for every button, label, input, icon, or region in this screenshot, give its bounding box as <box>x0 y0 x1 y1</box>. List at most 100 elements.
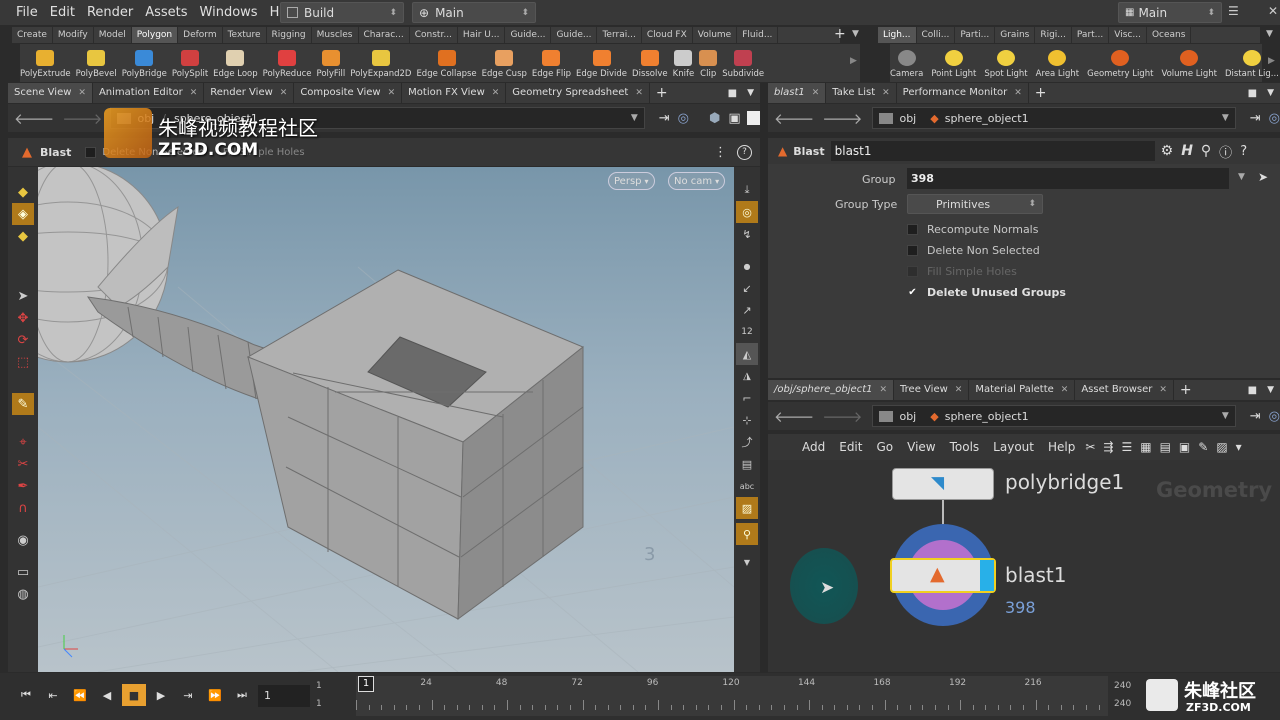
step-back-icon[interactable]: ⏪ <box>68 684 92 706</box>
pane-tab-render-view[interactable]: Render View ✕ <box>204 83 295 103</box>
link-icon[interactable]: ◎ <box>678 111 689 126</box>
shelf-menu-icon[interactable]: ▼ <box>852 29 859 39</box>
menu-windows[interactable]: Windows <box>194 5 264 20</box>
pin-view-icon[interactable]: ⤓ <box>736 179 758 201</box>
close-icon[interactable]: ✕ <box>635 83 643 103</box>
shelf-tab-right-0[interactable]: Ligh... <box>878 27 917 43</box>
shelf-tab-right-5[interactable]: Part... <box>1072 27 1110 43</box>
shelf-tool-area-light[interactable]: Area Light <box>1036 44 1079 82</box>
image-icon[interactable]: ▣ <box>1179 440 1190 454</box>
close-icon[interactable]: ✕ <box>1061 380 1069 400</box>
edit-icon[interactable]: ✂ <box>12 453 34 475</box>
checkbox-row-delete-non-selected[interactable]: Delete Non Selected <box>907 240 1207 261</box>
pane-tab-animation-editor[interactable]: Animation Editor ✕ <box>93 83 205 103</box>
close-icon[interactable]: ✕ <box>78 83 86 103</box>
add-tab-icon[interactable]: + <box>1180 382 1192 398</box>
shelf-tool-subdivide[interactable]: Subdivide <box>722 44 764 82</box>
forward-arrow-icon[interactable]: 🡒 <box>822 109 862 128</box>
shelf-tool-polyfill[interactable]: PolyFill <box>317 44 345 82</box>
view-tool-icon[interactable]: ◉ <box>12 529 34 551</box>
bg-icon[interactable]: ▤ <box>736 453 758 475</box>
pane-maximize-icon[interactable]: ■ <box>1248 385 1257 396</box>
transform-icon[interactable]: ⌖ <box>12 431 34 453</box>
shelf-tab-12[interactable]: Guide... <box>551 27 598 43</box>
point-icon[interactable]: ● <box>736 255 758 277</box>
network-menu-layout[interactable]: Layout <box>993 440 1034 454</box>
start-frame-bottom[interactable]: 1 <box>316 699 322 709</box>
pane-tab-take-list[interactable]: Take List ✕ <box>826 83 897 103</box>
pin-icon[interactable]: ⇥ <box>659 111 670 126</box>
menu-file[interactable]: File <box>10 5 44 20</box>
pane-tab-scene-view[interactable]: Scene View ✕ <box>8 83 93 103</box>
link-icon[interactable]: ◎ <box>1269 111 1280 126</box>
square-icon[interactable] <box>746 111 760 125</box>
checkbox-row-delete-unused-groups[interactable]: ✔ Delete Unused Groups <box>907 282 1207 303</box>
shelf-tool-polybridge[interactable]: PolyBridge <box>122 44 167 82</box>
network-breadcrumb[interactable]: obj ◆ sphere_object1 ▼ <box>872 405 1236 427</box>
list-icon[interactable]: ☰ <box>1121 440 1132 454</box>
pane-menu-icon[interactable]: ▼ <box>1267 88 1274 98</box>
menu-edit[interactable]: Edit <box>44 5 81 20</box>
shelf-tool-geometry-light[interactable]: Geometry Light <box>1087 44 1153 82</box>
close-icon[interactable]: ✕ <box>280 83 288 103</box>
h-icon[interactable]: H <box>1181 143 1193 159</box>
display-options-icon[interactable]: ⋮ <box>714 145 727 160</box>
go-end-icon[interactable]: ⏭ <box>230 684 254 706</box>
prim-icon[interactable]: ◭ <box>736 343 758 365</box>
shelf-tool-edge-collapse[interactable]: Edge Collapse <box>416 44 477 82</box>
scale-tool-icon[interactable]: ◈ <box>12 203 34 225</box>
shelf-scroll-icon[interactable]: ▶ <box>850 56 857 66</box>
shelf-tab-5[interactable]: Texture <box>223 27 267 43</box>
select-arrow-icon[interactable]: ➤ <box>1258 170 1268 184</box>
shelf-tool-edge-flip[interactable]: Edge Flip <box>532 44 571 82</box>
shelf-right-menu-icon[interactable]: ▼ <box>1266 29 1273 39</box>
desktop-right-dropdown[interactable]: ▦ Main ⬍ <box>1118 2 1222 23</box>
shelf-tab-right-4[interactable]: Rigi... <box>1035 27 1072 43</box>
checkbox-recompute-normals[interactable] <box>907 224 918 235</box>
go-start-icon[interactable]: ⏮ <box>14 684 38 706</box>
shelf-tab-2[interactable]: Model <box>94 27 132 43</box>
back-arrow-icon[interactable]: 🡐 <box>774 109 814 128</box>
shelf-tool-polyexpand2d[interactable]: PolyExpand2D <box>350 44 411 82</box>
text-icon[interactable]: abc <box>736 475 758 497</box>
desktop-build-dropdown[interactable]: Build ⬍ <box>280 2 404 23</box>
shelf-tab-6[interactable]: Rigging <box>267 27 312 43</box>
timeline-track[interactable]: 24 48 72 96 120 144 168 192 216 1 <box>356 676 1108 716</box>
close-icon[interactable]: ✕ <box>1159 380 1167 400</box>
scale-icon[interactable]: ⬚ <box>12 351 34 373</box>
group-type-dropdown[interactable]: Primitives ⬍ <box>907 194 1043 214</box>
pane-menu-icon[interactable]: ▼ <box>1267 385 1274 395</box>
stop-icon[interactable]: ■ <box>122 684 146 706</box>
crumb-obj[interactable]: obj <box>899 112 916 125</box>
network-menu-tools[interactable]: Tools <box>950 440 980 454</box>
delete-nonsel-checkbox[interactable] <box>85 146 97 158</box>
shelf-tab-right-2[interactable]: Parti... <box>955 27 996 43</box>
numbers-icon[interactable]: 12 <box>736 321 758 343</box>
key-next-icon[interactable]: ⇥ <box>176 684 200 706</box>
start-frame-top[interactable]: 1 <box>316 681 322 691</box>
checkbox-row-fill-simple-holes[interactable]: Fill Simple Holes <box>907 261 1207 282</box>
forward-arrow-icon[interactable]: 🡒 <box>822 407 862 426</box>
pane-tab-material-palette[interactable]: Material Palette ✕ <box>969 380 1076 400</box>
cube-icon[interactable]: ⬢ <box>709 111 720 126</box>
parm-breadcrumb[interactable]: obj ◆ sphere_object1 ▼ <box>872 107 1236 129</box>
close-icon[interactable]: ✕ <box>812 83 820 103</box>
shelf-tab-4[interactable]: Deform <box>178 27 223 43</box>
shelf-tab-16[interactable]: Fluid... <box>737 27 779 43</box>
desktop-main-dropdown[interactable]: ⊕ Main ⬍ <box>412 2 536 23</box>
add-tab-icon[interactable]: + <box>1035 85 1047 101</box>
close-icon[interactable]: ✕ <box>1268 4 1278 18</box>
close-icon[interactable]: ✕ <box>882 83 890 103</box>
snap-icon[interactable]: ↯ <box>736 223 758 245</box>
chevron-down-icon[interactable]: ▼ <box>1222 411 1229 421</box>
gear-icon[interactable]: ⚙ <box>1161 143 1174 159</box>
info-icon[interactable]: ⓘ <box>1219 142 1232 161</box>
shelf-tab-1[interactable]: Modify <box>53 27 94 43</box>
shelf-tab-13[interactable]: Terrai... <box>597 27 642 43</box>
pane-menu-icon[interactable]: ▼ <box>747 88 754 98</box>
shelf-tab-11[interactable]: Guide... <box>505 27 552 43</box>
pane-tab-geometry-spreadsheet[interactable]: Geometry Spreadsheet ✕ <box>506 83 650 103</box>
shelf-tool-polybevel[interactable]: PolyBevel <box>76 44 117 82</box>
network-menu-view[interactable]: View <box>907 440 935 454</box>
forward-arrow-icon[interactable]: 🡒 <box>62 109 102 128</box>
